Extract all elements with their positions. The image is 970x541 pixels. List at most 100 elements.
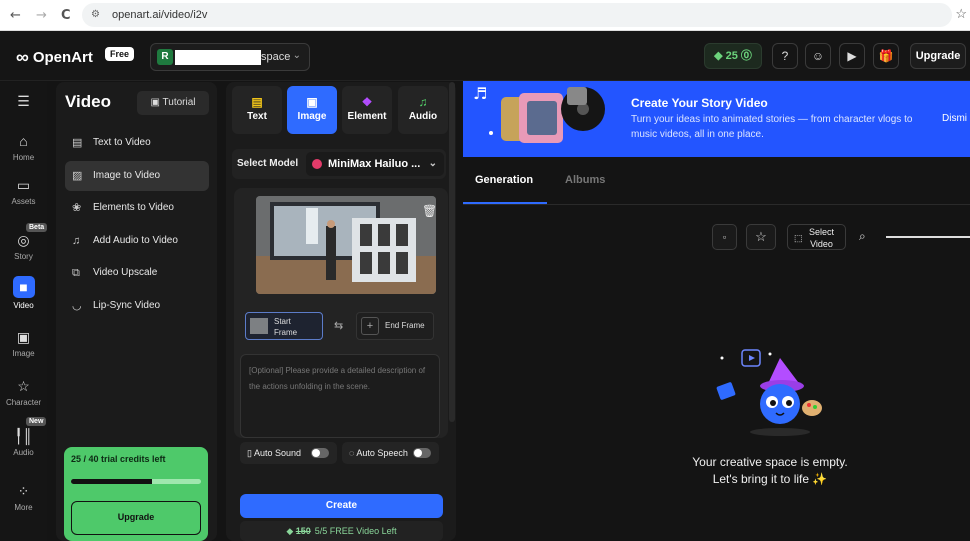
- gem-icon: ◆: [286, 526, 296, 536]
- tab-albums[interactable]: Albums: [565, 174, 605, 186]
- music-icon: ♫: [72, 235, 81, 247]
- auto-speech-label: Auto Speech: [356, 448, 408, 458]
- tab-image[interactable]: ▣ Image: [287, 86, 337, 134]
- lips-icon: ◡: [72, 300, 82, 312]
- rail-item-character[interactable]: ☆ Character: [0, 377, 47, 407]
- results-tabs: Generation Albums: [463, 157, 970, 205]
- tab-text[interactable]: ▤ Text: [232, 86, 282, 134]
- menu-label: Lip-Sync Video: [93, 300, 161, 311]
- uploaded-image[interactable]: [256, 196, 436, 294]
- toggle-switch[interactable]: [311, 448, 329, 458]
- beta-badge: Beta: [26, 223, 48, 232]
- menu-item-add-audio[interactable]: ♫ Add Audio to Video: [65, 226, 209, 256]
- workspace-selector[interactable]: R space ⌄: [150, 43, 310, 71]
- menu-item-image-to-video[interactable]: ▨ Image to Video: [65, 161, 209, 191]
- banner-illustration: ♬: [473, 84, 605, 143]
- rail-label: Home: [12, 153, 35, 162]
- discord-icon[interactable]: ☺: [805, 43, 831, 69]
- reload-button[interactable]: C: [61, 8, 71, 23]
- start-frame-label-1: Start: [274, 317, 291, 326]
- credits-count: 25: [725, 50, 738, 62]
- trash-icon[interactable]: 🗑: [422, 204, 437, 218]
- rail-item-home[interactable]: ⌂ Home: [0, 132, 47, 162]
- rail-item-video[interactable]: ■ Video: [0, 276, 47, 310]
- image-icon: ▣: [16, 329, 31, 345]
- video-icon: ■: [12, 276, 35, 298]
- rail-label: Video: [13, 301, 34, 310]
- tab-audio[interactable]: ♫ Audio: [398, 86, 448, 134]
- credits-badge[interactable]: ◆ 25 ⓪: [704, 43, 762, 69]
- url-text: openart.ai/video/i2v: [112, 9, 208, 21]
- collapse-menu-icon[interactable]: ☰: [0, 92, 47, 113]
- auto-speech-toggle[interactable]: ◌ Auto Speech: [342, 442, 439, 464]
- text-icon: ▤: [251, 95, 263, 109]
- gift-icon[interactable]: 🎁: [873, 43, 899, 69]
- menu-item-elements-to-video[interactable]: ❀ Elements to Video: [65, 193, 209, 223]
- help-icon[interactable]: ?: [772, 43, 798, 69]
- toggle-switch[interactable]: [413, 448, 431, 458]
- svg-text:♬: ♬: [473, 84, 487, 103]
- address-bar[interactable]: ⚙ openart.ai/video/i2v: [82, 3, 952, 27]
- prompt-textarea[interactable]: [Optional] Please provide a detailed des…: [240, 354, 440, 438]
- favorite-star-icon[interactable]: ☆: [746, 224, 776, 250]
- story-video-banner[interactable]: ♬ Create Your Story Video Turn your idea…: [463, 81, 970, 157]
- menu-item-video-upscale[interactable]: ⧉ Video Upscale: [65, 258, 209, 288]
- rail-item-image[interactable]: ▣ Image: [0, 328, 47, 358]
- empty-state-subtitle: Let's bring it to life ✨: [712, 472, 828, 486]
- dismiss-button[interactable]: Dismi: [942, 113, 967, 124]
- audio-icon: ╿║: [14, 428, 33, 444]
- start-frame-slot[interactable]: Start Frame: [245, 312, 323, 340]
- trial-upgrade-button[interactable]: Upgrade: [71, 501, 201, 535]
- forward-button[interactable]: →: [36, 8, 47, 23]
- model-dropdown[interactable]: MiniMax Hailuo ... ⌄: [306, 152, 444, 176]
- panel-scrollbar[interactable]: [449, 82, 455, 422]
- select-square-icon[interactable]: ▫: [712, 224, 737, 250]
- end-frame-label: End Frame: [385, 321, 425, 330]
- end-frame-slot[interactable]: + End Frame: [356, 312, 434, 340]
- tutorial-label: Tutorial: [162, 97, 196, 108]
- sound-file-icon: ▯: [247, 448, 254, 458]
- rail-item-story[interactable]: ◎ Story: [0, 231, 47, 261]
- bookmark-star-icon[interactable]: ☆: [955, 6, 967, 22]
- zoom-icon[interactable]: ⌕: [859, 229, 866, 244]
- menu-label: Text to Video: [93, 137, 151, 148]
- image-icon: ▨: [72, 170, 83, 182]
- menu-item-lip-sync[interactable]: ◡ Lip-Sync Video: [65, 291, 209, 321]
- rail-item-more[interactable]: ⁘ More: [0, 482, 47, 512]
- rail-label: More: [14, 503, 33, 512]
- back-button[interactable]: ←: [10, 8, 21, 23]
- rail-label: Audio: [13, 448, 34, 457]
- browser-toolbar: ← → C ⚙ openart.ai/video/i2v ☆: [0, 0, 970, 31]
- site-settings-icon[interactable]: ⚙: [91, 3, 100, 27]
- tab-generation[interactable]: Generation: [475, 174, 533, 186]
- youtube-icon[interactable]: ▶: [839, 43, 865, 69]
- rail-item-assets[interactable]: ▭ Assets: [0, 176, 47, 206]
- tab-element[interactable]: ❖ Element: [342, 86, 392, 134]
- create-button[interactable]: Create: [240, 494, 443, 518]
- start-frame-label-2: Frame: [274, 328, 298, 337]
- empty-state-title: Your creative space is empty.: [692, 455, 848, 469]
- rail-item-audio[interactable]: ╿║ Audio: [0, 427, 47, 457]
- audio-icon: ♫: [418, 95, 428, 109]
- upgrade-button[interactable]: Upgrade: [910, 43, 966, 69]
- model-value: MiniMax Hailuo ...: [328, 158, 421, 170]
- home-icon: ⌂: [19, 133, 28, 149]
- uploaded-photo: [256, 196, 436, 294]
- panel-title: Video: [65, 92, 111, 111]
- video-tools-panel: Video ▣ Tutorial ▤ Text to Video ▨ Image t…: [56, 82, 217, 541]
- auto-sound-label: Auto Sound: [253, 448, 302, 458]
- minimax-logo-icon: [312, 159, 322, 169]
- tutorial-button[interactable]: ▣ Tutorial: [137, 91, 209, 115]
- menu-item-text-to-video[interactable]: ▤ Text to Video: [65, 128, 209, 158]
- image-icon: ▣: [306, 95, 318, 109]
- rail-label: Story: [14, 252, 33, 261]
- auto-sound-toggle[interactable]: ▯ Auto Sound: [240, 442, 337, 464]
- zoom-slider[interactable]: [886, 236, 970, 238]
- play-square-icon: ▣: [150, 97, 163, 108]
- openart-logo[interactable]: ∞ OpenArt: [16, 47, 93, 68]
- composer-panel: ▤ Text ▣ Image ❖ Element ♫ Audio Select Mode…: [226, 82, 456, 541]
- plus-icon: +: [361, 317, 379, 335]
- select-video-button[interactable]: ⬚ Select Video: [787, 224, 846, 250]
- new-badge: New: [26, 417, 47, 426]
- swap-icon[interactable]: ⇆: [334, 319, 343, 332]
